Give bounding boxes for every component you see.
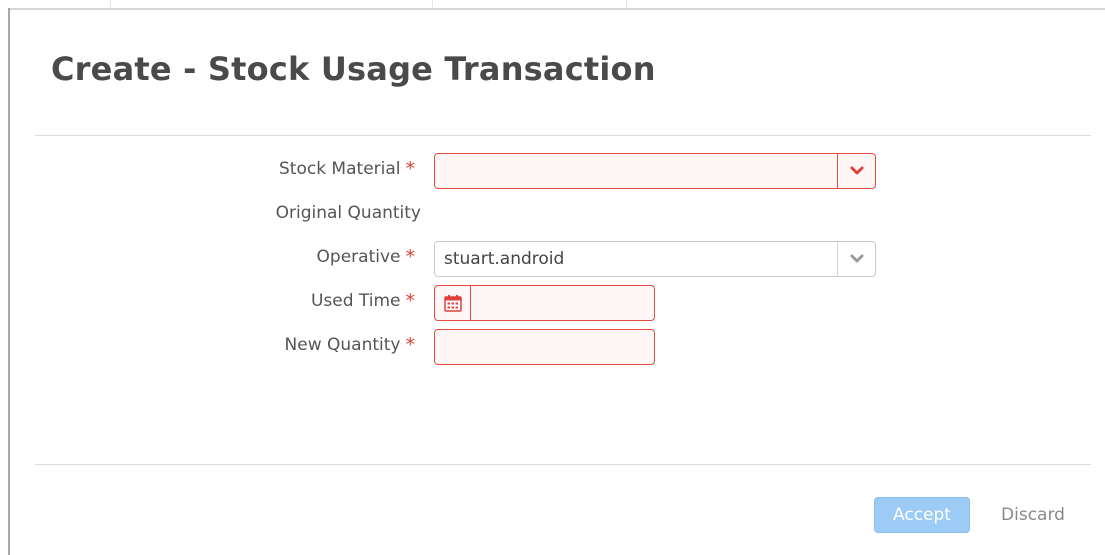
original-quantity-label-text: Original Quantity — [275, 203, 421, 223]
chevron-down-icon — [850, 254, 863, 263]
background-divider-tick — [626, 0, 627, 8]
operative-label-text: Operative — [316, 247, 401, 267]
stock-material-label: Stock Material * — [279, 159, 415, 179]
footer-divider — [35, 464, 1091, 465]
used-time-label-text: Used Time — [310, 291, 401, 311]
calendar-button[interactable] — [435, 286, 471, 320]
operative-label: Operative * — [317, 247, 415, 267]
original-quantity-label: Original Quantity — [276, 203, 421, 223]
used-time-label: Used Time * — [311, 291, 415, 311]
operative-dropdown-toggle[interactable] — [837, 242, 875, 276]
chevron-down-icon — [850, 166, 863, 175]
background-divider-tick — [110, 0, 111, 8]
discard-button[interactable]: Discard — [988, 497, 1078, 533]
required-asterisk: * — [405, 333, 416, 356]
new-quantity-label-text: New Quantity — [284, 335, 401, 355]
new-quantity-input[interactable] — [434, 329, 655, 365]
new-quantity-label: New Quantity * — [285, 335, 415, 355]
stock-material-dropdown-toggle[interactable] — [837, 154, 875, 188]
operative-select[interactable]: stuart.android — [434, 241, 876, 277]
stock-material-label-text: Stock Material — [278, 159, 401, 179]
accept-button[interactable]: Accept — [874, 497, 970, 533]
new-quantity-row: New Quantity * — [10, 329, 1105, 365]
required-asterisk: * — [405, 157, 416, 180]
operative-value: stuart.android — [444, 249, 565, 269]
original-quantity-row: Original Quantity — [10, 197, 1105, 233]
required-asterisk: * — [405, 289, 416, 312]
calendar-icon — [443, 294, 462, 312]
operative-row: Operative * stuart.android — [10, 241, 1105, 277]
app-frame: Create - Stock Usage Transaction Stock M… — [0, 0, 1105, 555]
stock-material-select[interactable] — [434, 153, 876, 189]
dialog-title: Create - Stock Usage Transaction — [51, 50, 656, 88]
used-time-row: Used Time * — [10, 285, 1105, 321]
header-divider — [35, 135, 1091, 136]
create-stock-usage-dialog: Create - Stock Usage Transaction Stock M… — [10, 10, 1105, 555]
required-asterisk: * — [405, 245, 416, 268]
used-time-datetime-input[interactable] — [434, 285, 655, 321]
stock-material-row: Stock Material * — [10, 153, 1105, 189]
background-divider-tick — [432, 0, 433, 8]
